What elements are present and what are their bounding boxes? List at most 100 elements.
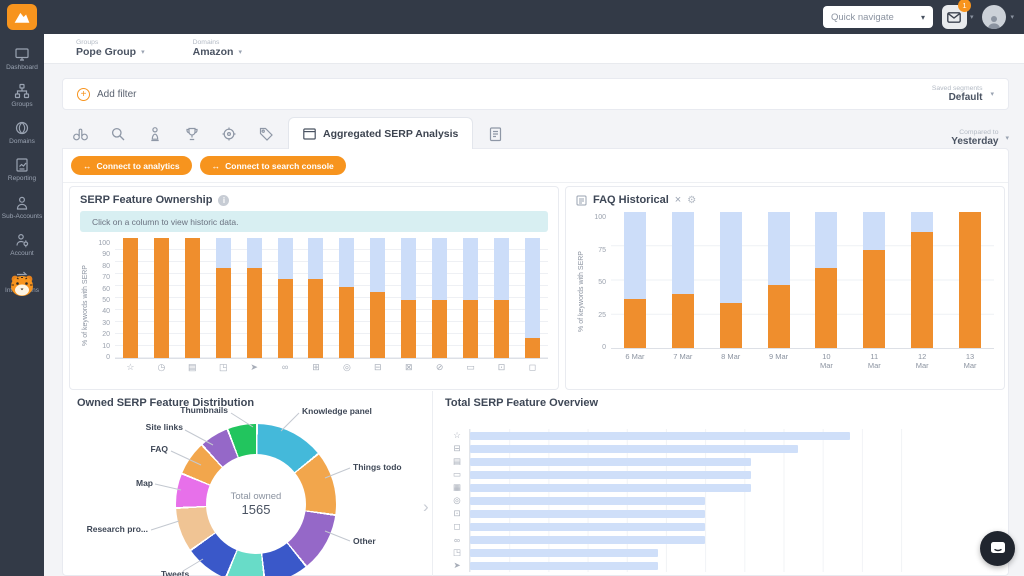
bar-segment-owned <box>308 279 323 358</box>
chart-column[interactable] <box>308 238 323 358</box>
compared-to-dropdown[interactable]: Compared to Yesterday ▾ <box>951 129 1009 149</box>
chevron-down-icon: ▾ <box>990 90 994 98</box>
total-serp-feature-overview-section: Total SERP Feature Overview ☆⊟▤▭▦◎⊡◻∞◳➤ <box>433 391 1009 576</box>
chevron-down-icon: ▾ <box>238 48 242 56</box>
chart-column[interactable] <box>624 212 646 348</box>
tag-serp-feature-icon: ⊘ <box>432 362 447 373</box>
quick-navigate-dropdown[interactable]: Quick navigate ▾ <box>823 6 933 28</box>
group-selector[interactable]: Groups Pope Group ▾ <box>76 39 145 58</box>
tiger-mascot[interactable] <box>8 272 36 303</box>
serp-analysis-panel: ↔ Connect to analytics ↔ Connect to sear… <box>62 148 1009 576</box>
chart-column[interactable] <box>432 238 447 358</box>
app-logo[interactable] <box>7 4 37 30</box>
saved-segments-dropdown[interactable]: Saved segments Default ▾ <box>932 85 994 103</box>
bar-segment-owned <box>768 285 790 348</box>
tab-aggregated-serp-analysis[interactable]: Aggregated SERP Analysis <box>288 117 473 149</box>
chart-column[interactable] <box>339 238 354 358</box>
bar[interactable] <box>470 523 705 531</box>
person-gear-icon <box>14 232 30 248</box>
bar[interactable] <box>470 562 658 570</box>
tab-rankings[interactable] <box>136 119 173 149</box>
chart-column[interactable] <box>401 238 416 358</box>
chart-column[interactable] <box>959 212 981 348</box>
star-serp-feature-icon: ☆ <box>445 430 469 441</box>
serp-feature-ownership-chart: % of keywords with SERP 1009080706050403… <box>80 238 548 373</box>
bar-segment-not-owned <box>432 238 447 300</box>
faq-historical-chart: % of keywords with SERP 1007550250 6 Mar… <box>576 212 994 370</box>
bar-segment-owned <box>278 279 293 358</box>
connect-search-console-button[interactable]: ↔ Connect to search console <box>200 156 346 175</box>
donut-center-label: Total owned <box>231 491 282 502</box>
tab-notes[interactable] <box>477 119 514 149</box>
chart-column[interactable] <box>911 212 933 348</box>
serp-feature-ownership-card: SERP Feature Ownership i Click on a colu… <box>69 186 559 390</box>
bar-track <box>469 468 939 481</box>
browser-window-icon <box>303 128 316 140</box>
account-menu[interactable]: ▾ <box>982 5 1014 29</box>
chart-column[interactable] <box>720 212 742 348</box>
chart-row: ▭ <box>445 468 985 481</box>
carousel-next-icon[interactable]: › <box>423 497 429 517</box>
bar[interactable] <box>470 484 751 492</box>
bar[interactable] <box>470 458 751 466</box>
report-document-icon <box>14 157 30 173</box>
add-filter-button[interactable]: + Add filter <box>77 88 136 101</box>
chart-plot-area <box>115 238 548 359</box>
x-tick-label: 12 Mar <box>911 352 933 370</box>
chart-column[interactable] <box>815 212 837 348</box>
chart-column[interactable] <box>370 238 385 358</box>
bar[interactable] <box>470 549 658 557</box>
bar[interactable] <box>470 432 850 440</box>
tab-landing-pages[interactable] <box>210 119 247 149</box>
bar[interactable] <box>470 497 705 505</box>
close-icon[interactable]: × <box>675 194 681 206</box>
bar[interactable] <box>470 536 705 544</box>
sidebar-item-reporting[interactable]: Reporting <box>0 153 44 186</box>
bar-track <box>469 494 939 507</box>
sidebar-item-dashboard[interactable]: Dashboard <box>0 42 44 75</box>
chart-column[interactable] <box>123 238 138 358</box>
chart-column[interactable] <box>247 238 262 358</box>
chart-column[interactable] <box>216 238 231 358</box>
chart-column[interactable] <box>768 212 790 348</box>
chart-column[interactable] <box>278 238 293 358</box>
clock-serp-feature-icon: ◷ <box>154 362 169 373</box>
chart-column[interactable] <box>154 238 169 358</box>
chart-notice: Click on a column to view historic data. <box>80 211 548 232</box>
sidebar-item-account[interactable]: Account <box>0 228 44 261</box>
owned-serp-distribution-donut[interactable]: Total owned 1565 <box>176 424 336 576</box>
x-tick-label: 6 Mar <box>624 352 646 370</box>
gear-icon[interactable]: ⚙ <box>687 195 696 206</box>
chevron-down-icon[interactable]: ▾ <box>970 13 974 21</box>
bar-segment-not-owned <box>463 238 478 300</box>
chat-launcher-button[interactable] <box>980 531 1015 566</box>
add-filter-label: Add filter <box>97 89 136 100</box>
tab-tags[interactable] <box>247 119 284 149</box>
tab-top-competitors[interactable] <box>173 119 210 149</box>
sidebar-item-domains[interactable]: Domains <box>0 116 44 149</box>
pie-label-site-links: Site links <box>113 422 183 432</box>
y-tick: 30 <box>102 320 110 327</box>
bar-segment-not-owned <box>672 212 694 294</box>
pie-label-research-pro: Research pro... <box>68 524 148 534</box>
bar[interactable] <box>470 445 798 453</box>
connect-analytics-button[interactable]: ↔ Connect to analytics <box>71 156 192 175</box>
domain-selector[interactable]: Domains Amazon ▾ <box>193 39 242 58</box>
tab-competitors[interactable] <box>62 119 99 149</box>
tab-keywords[interactable] <box>99 119 136 149</box>
image-serp-feature-icon: ▤ <box>445 456 469 467</box>
chart-row: ⊟ <box>445 442 985 455</box>
chart-column[interactable] <box>863 212 885 348</box>
bar[interactable] <box>470 471 751 479</box>
bar[interactable] <box>470 510 705 518</box>
chart-column[interactable] <box>463 238 478 358</box>
sidebar-item-groups[interactable]: Groups <box>0 79 44 112</box>
chart-column[interactable] <box>185 238 200 358</box>
sidebar-item-sub-accounts[interactable]: Sub-Accounts <box>0 191 44 224</box>
chart-column[interactable] <box>494 238 509 358</box>
pie-label-tweets: Tweets <box>161 569 189 576</box>
sitemap-icon <box>14 83 30 99</box>
chart-column[interactable] <box>525 238 540 358</box>
info-icon[interactable]: i <box>218 195 229 206</box>
chart-column[interactable] <box>672 212 694 348</box>
